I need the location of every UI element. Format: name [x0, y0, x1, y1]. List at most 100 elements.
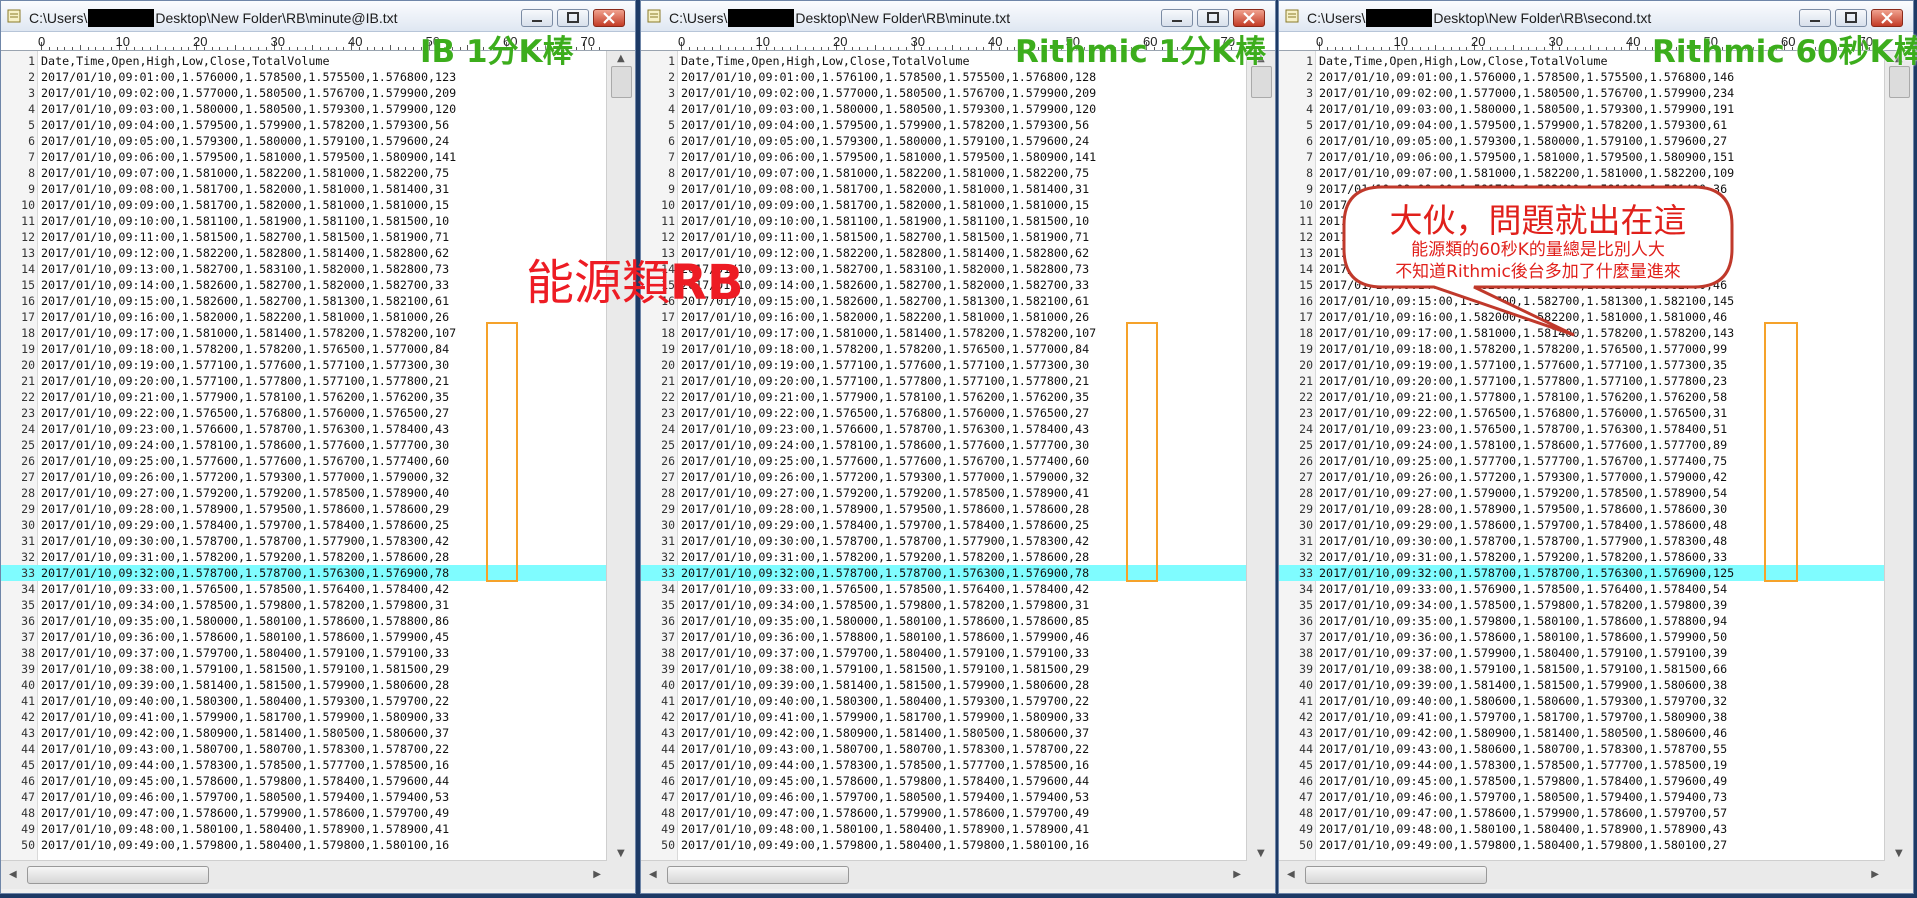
text-line[interactable]: 41 2017/01/10,09:40:00,1.580300,1.580400,…	[1, 693, 607, 709]
text-line[interactable]: 35 2017/01/10,09:34:00,1.578500,1.579800,…	[1279, 597, 1885, 613]
text-line[interactable]: 12 2017/01/10,09:11:00,1.581500,1.582700,…	[1, 229, 607, 245]
text-line[interactable]: 34 2017/01/10,09:33:00,1.576500,1.578500,…	[641, 581, 1247, 597]
text-line[interactable]: 48 2017/01/10,09:47:00,1.578600,1.579900,…	[1, 805, 607, 821]
resize-grip[interactable]	[1885, 861, 1913, 889]
text-line[interactable]: 46 2017/01/10,09:45:00,1.578600,1.579800,…	[641, 773, 1247, 789]
text-line[interactable]: 14 2017/01/10,09:13:00,1.582700,1.583100,…	[1, 261, 607, 277]
vertical-scrollbar[interactable]: ▲ ▼	[606, 51, 635, 861]
text-line[interactable]: 41 2017/01/10,09:40:00,1.580300,1.580400,…	[641, 693, 1247, 709]
text-line[interactable]: 41 2017/01/10,09:40:00,1.580600,1.580600,…	[1279, 693, 1885, 709]
text-line[interactable]: 39 2017/01/10,09:38:00,1.579100,1.581500,…	[1279, 661, 1885, 677]
resize-grip[interactable]	[607, 861, 635, 889]
text-line[interactable]: 50 2017/01/10,09:49:00,1.579800,1.580400,…	[1279, 837, 1885, 853]
text-line[interactable]: 40 2017/01/10,09:39:00,1.581400,1.581500,…	[641, 677, 1247, 693]
scroll-thumb[interactable]	[611, 66, 632, 98]
close-button[interactable]	[1233, 9, 1265, 27]
text-line[interactable]: 36 2017/01/10,09:35:00,1.579800,1.580100,…	[1279, 613, 1885, 629]
horizontal-scrollbar[interactable]: ◀ ▶	[1279, 860, 1885, 889]
text-line[interactable]: 3 2017/01/10,09:02:00,1.577000,1.580500,1…	[1, 85, 607, 101]
text-line[interactable]: 8 2017/01/10,09:07:00,1.581000,1.582200,1…	[1279, 165, 1885, 181]
maximize-button[interactable]	[1197, 9, 1229, 27]
scroll-down-icon[interactable]: ▼	[617, 848, 625, 859]
text-line[interactable]: 48 2017/01/10,09:47:00,1.578600,1.579900,…	[641, 805, 1247, 821]
text-line[interactable]: 9 2017/01/10,09:08:00,1.581700,1.582000,1…	[641, 181, 1247, 197]
horizontal-scrollbar[interactable]: ◀ ▶	[1, 860, 607, 889]
text-line[interactable]: 43 2017/01/10,09:42:00,1.580900,1.581400,…	[1, 725, 607, 741]
text-line[interactable]: 7 2017/01/10,09:06:00,1.579500,1.581000,1…	[1279, 149, 1885, 165]
text-line[interactable]: 8 2017/01/10,09:07:00,1.581000,1.582200,1…	[641, 165, 1247, 181]
text-line[interactable]: 10 2017/01/10,09:09:00,1.581700,1.582000,…	[641, 197, 1247, 213]
text-line[interactable]: 50 2017/01/10,09:49:00,1.579800,1.580400,…	[1, 837, 607, 853]
text-line[interactable]: 50 2017/01/10,09:49:00,1.579800,1.580400,…	[641, 837, 1247, 853]
maximize-button[interactable]	[1835, 9, 1867, 27]
text-line[interactable]: 48 2017/01/10,09:47:00,1.578600,1.579900,…	[1279, 805, 1885, 821]
text-line[interactable]: 3 2017/01/10,09:02:00,1.577000,1.580500,1…	[641, 85, 1247, 101]
resize-grip[interactable]	[1247, 861, 1275, 889]
text-line[interactable]: 3 2017/01/10,09:02:00,1.577000,1.580500,1…	[1279, 85, 1885, 101]
text-line[interactable]: 40 2017/01/10,09:39:00,1.581400,1.581500,…	[1, 677, 607, 693]
text-line[interactable]: 47 2017/01/10,09:46:00,1.579700,1.580500,…	[641, 789, 1247, 805]
text-line[interactable]: 39 2017/01/10,09:38:00,1.579100,1.581500,…	[641, 661, 1247, 677]
text-line[interactable]: 39 2017/01/10,09:38:00,1.579100,1.581500,…	[1, 661, 607, 677]
text-line[interactable]: 42 2017/01/10,09:41:00,1.579700,1.581700,…	[1279, 709, 1885, 725]
text-line[interactable]: 46 2017/01/10,09:45:00,1.578500,1.579800,…	[1279, 773, 1885, 789]
text-line[interactable]: 6 2017/01/10,09:05:00,1.579300,1.580000,1…	[641, 133, 1247, 149]
text-line[interactable]: 5 2017/01/10,09:04:00,1.579500,1.579900,1…	[1, 117, 607, 133]
text-line[interactable]: 44 2017/01/10,09:43:00,1.580700,1.580700,…	[1, 741, 607, 757]
text-line[interactable]: 13 2017/01/10,09:12:00,1.582200,1.582800,…	[1, 245, 607, 261]
text-line[interactable]: 36 2017/01/10,09:35:00,1.580000,1.580100,…	[641, 613, 1247, 629]
text-line[interactable]: 7 2017/01/10,09:06:00,1.579500,1.581000,1…	[1, 149, 607, 165]
text-line[interactable]: 46 2017/01/10,09:45:00,1.578600,1.579800,…	[1, 773, 607, 789]
text-line[interactable]: 43 2017/01/10,09:42:00,1.580900,1.581400,…	[641, 725, 1247, 741]
maximize-button[interactable]	[557, 9, 589, 27]
text-line[interactable]: 42 2017/01/10,09:41:00,1.579900,1.581700,…	[1, 709, 607, 725]
vertical-scrollbar[interactable]: ▲ ▼	[1884, 51, 1913, 861]
text-line[interactable]: 5 2017/01/10,09:04:00,1.579500,1.579900,1…	[641, 117, 1247, 133]
text-line[interactable]: 9 2017/01/10,09:08:00,1.581700,1.582000,1…	[1, 181, 607, 197]
close-button[interactable]	[1871, 9, 1903, 27]
text-line[interactable]: 8 2017/01/10,09:07:00,1.581000,1.582200,1…	[1, 165, 607, 181]
scroll-down-icon[interactable]: ▼	[1895, 848, 1903, 859]
text-line[interactable]: 34 2017/01/10,09:33:00,1.576900,1.578500,…	[1279, 581, 1885, 597]
text-line[interactable]: 38 2017/01/10,09:37:00,1.579900,1.580400,…	[1279, 645, 1885, 661]
text-line[interactable]: 36 2017/01/10,09:35:00,1.580000,1.580100,…	[1, 613, 607, 629]
text-line[interactable]: 44 2017/01/10,09:43:00,1.580600,1.580700,…	[1279, 741, 1885, 757]
text-line[interactable]: 45 2017/01/10,09:44:00,1.578300,1.578500,…	[1, 757, 607, 773]
text-line[interactable]: 35 2017/01/10,09:34:00,1.578500,1.579800,…	[1, 597, 607, 613]
scroll-right-icon[interactable]: ▶	[1233, 869, 1241, 880]
text-line[interactable]: 38 2017/01/10,09:37:00,1.579700,1.580400,…	[1, 645, 607, 661]
scroll-right-icon[interactable]: ▶	[1871, 869, 1879, 880]
text-line[interactable]: 4 2017/01/10,09:03:00,1.580000,1.580500,1…	[1279, 101, 1885, 117]
text-line[interactable]: 43 2017/01/10,09:42:00,1.580900,1.581400,…	[1279, 725, 1885, 741]
text-line[interactable]: 37 2017/01/10,09:36:00,1.578800,1.580100,…	[641, 629, 1247, 645]
text-line[interactable]: 6 2017/01/10,09:05:00,1.579300,1.580000,1…	[1279, 133, 1885, 149]
text-line[interactable]: 2 2017/01/10,09:01:00,1.576000,1.578500,1…	[1279, 69, 1885, 85]
text-line[interactable]: 4 2017/01/10,09:03:00,1.580000,1.580500,1…	[641, 101, 1247, 117]
text-line[interactable]: 2 2017/01/10,09:01:00,1.576100,1.578500,1…	[641, 69, 1247, 85]
horizontal-scrollbar[interactable]: ◀ ▶	[641, 860, 1247, 889]
text-line[interactable]: 49 2017/01/10,09:48:00,1.580100,1.580400,…	[1, 821, 607, 837]
text-line[interactable]: 40 2017/01/10,09:39:00,1.581400,1.581500,…	[1279, 677, 1885, 693]
text-line[interactable]: 7 2017/01/10,09:06:00,1.579500,1.581000,1…	[641, 149, 1247, 165]
text-line[interactable]: 16 2017/01/10,09:15:00,1.582600,1.582700,…	[1, 293, 607, 309]
text-line[interactable]: 5 2017/01/10,09:04:00,1.579500,1.579900,1…	[1279, 117, 1885, 133]
text-line[interactable]: 4 2017/01/10,09:03:00,1.580000,1.580500,1…	[1, 101, 607, 117]
text-line[interactable]: 45 2017/01/10,09:44:00,1.578300,1.578500,…	[1279, 757, 1885, 773]
text-line[interactable]: 34 2017/01/10,09:33:00,1.576500,1.578500,…	[1, 581, 607, 597]
text-line[interactable]: 38 2017/01/10,09:37:00,1.579700,1.580400,…	[641, 645, 1247, 661]
minimize-button[interactable]	[1161, 9, 1193, 27]
text-line[interactable]: 15 2017/01/10,09:14:00,1.582600,1.582700,…	[1, 277, 607, 293]
scroll-left-icon[interactable]: ◀	[1287, 869, 1295, 880]
scroll-thumb[interactable]	[1305, 866, 1487, 884]
text-line[interactable]: 10 2017/01/10,09:09:00,1.581700,1.582000,…	[1, 197, 607, 213]
scroll-thumb[interactable]	[27, 866, 209, 884]
scroll-left-icon[interactable]: ◀	[9, 869, 17, 880]
text-line[interactable]: 49 2017/01/10,09:48:00,1.580100,1.580400,…	[641, 821, 1247, 837]
text-line[interactable]: 35 2017/01/10,09:34:00,1.578500,1.579800,…	[641, 597, 1247, 613]
scroll-thumb[interactable]	[667, 866, 849, 884]
scroll-left-icon[interactable]: ◀	[649, 869, 657, 880]
scroll-down-icon[interactable]: ▼	[1257, 848, 1265, 859]
scroll-right-icon[interactable]: ▶	[593, 869, 601, 880]
text-line[interactable]: 11 2017/01/10,09:10:00,1.581100,1.581900,…	[641, 213, 1247, 229]
scroll-up-icon[interactable]: ▲	[617, 53, 625, 64]
